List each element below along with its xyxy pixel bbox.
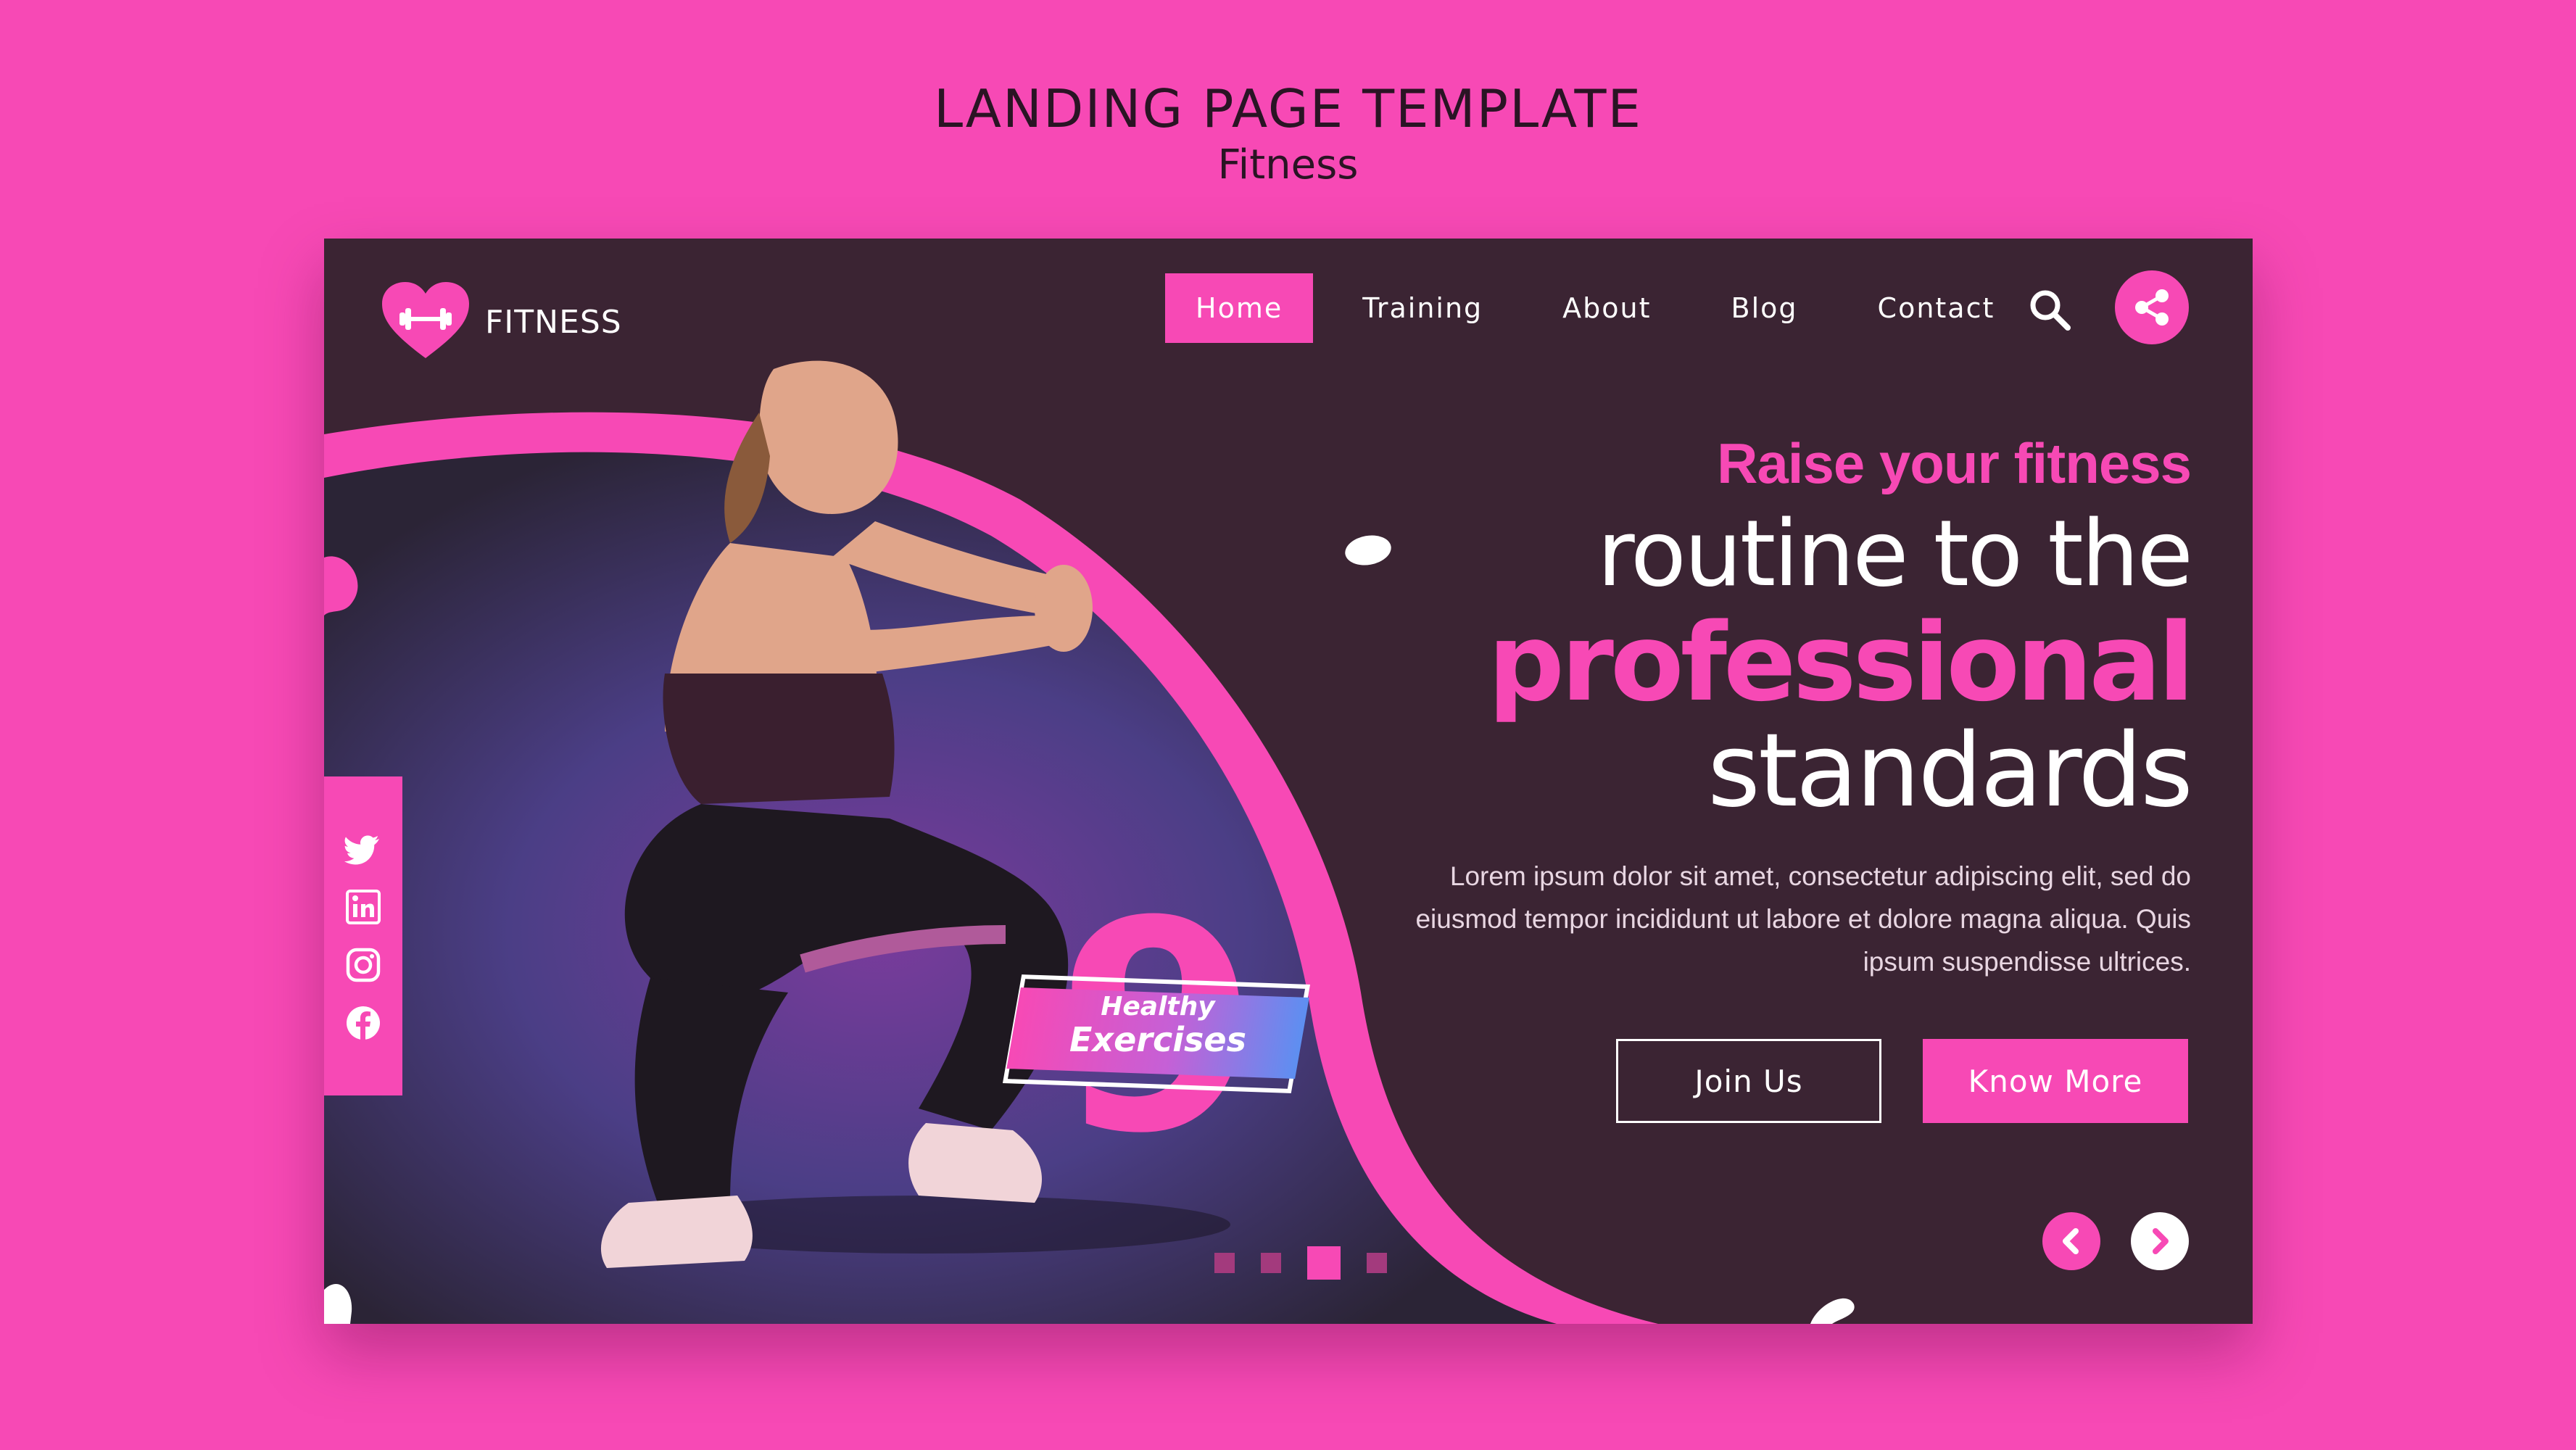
brand-logo[interactable]: FITNESS: [382, 282, 622, 362]
headline-line-4: standards: [1707, 712, 2193, 830]
nav-item-home[interactable]: Home: [1165, 273, 1314, 343]
search-icon: [2030, 290, 2071, 331]
carousel-dot[interactable]: [1214, 1253, 1235, 1273]
nav-item-training[interactable]: Training: [1332, 273, 1513, 343]
badge-line-2: Exercises: [1069, 1020, 1246, 1059]
nav-item-blog[interactable]: Blog: [1701, 273, 1829, 343]
hero-headline: Raise your fitness routine to the profes…: [1176, 427, 2195, 830]
heart-dumbbell-icon: [382, 282, 469, 358]
join-us-button[interactable]: Join Us: [1616, 1039, 1881, 1123]
know-more-button[interactable]: Know More: [1923, 1039, 2188, 1123]
carousel-prev-button[interactable]: [2042, 1212, 2100, 1270]
facebook-icon[interactable]: [344, 1004, 382, 1042]
carousel-dot[interactable]: [1367, 1253, 1387, 1273]
carousel-next-button[interactable]: [2131, 1212, 2189, 1270]
social-sidebar: [324, 776, 402, 1095]
main-nav: Home Training About Blog Contact: [1165, 273, 2044, 343]
carousel-dot-active[interactable]: [1307, 1246, 1341, 1280]
chevron-left-icon: [2063, 1228, 2079, 1254]
frame-title: LANDING PAGE TEMPLATE: [934, 78, 1642, 139]
share-button[interactable]: [2115, 270, 2189, 344]
linkedin-icon[interactable]: [344, 888, 382, 926]
nav-item-contact[interactable]: Contact: [1847, 273, 2026, 343]
headline-line-3: professional: [1488, 600, 2195, 725]
frame-subtitle: Fitness: [1217, 141, 1359, 188]
badge-line-1: Healthy: [1101, 992, 1215, 1022]
carousel-dots: [1214, 1246, 1413, 1280]
headline-line-2: routine to the: [1596, 500, 2193, 607]
hero-description: Lorem ipsum dolor sit amet, consectetur …: [1415, 861, 2191, 977]
landing-page-mockup: FITNESS Home Training About Blog Contact…: [324, 239, 2253, 1324]
chevron-right-icon: [2153, 1228, 2169, 1254]
search-button[interactable]: [2028, 288, 2071, 331]
share-icon: [2135, 289, 2169, 326]
twitter-icon[interactable]: [344, 830, 382, 868]
headline-line-1: Raise your fitness: [1717, 431, 2192, 495]
nav-item-about[interactable]: About: [1532, 273, 1681, 343]
carousel-dot[interactable]: [1261, 1253, 1281, 1273]
instagram-icon[interactable]: [344, 946, 382, 984]
brand-name: FITNESS: [485, 303, 622, 341]
